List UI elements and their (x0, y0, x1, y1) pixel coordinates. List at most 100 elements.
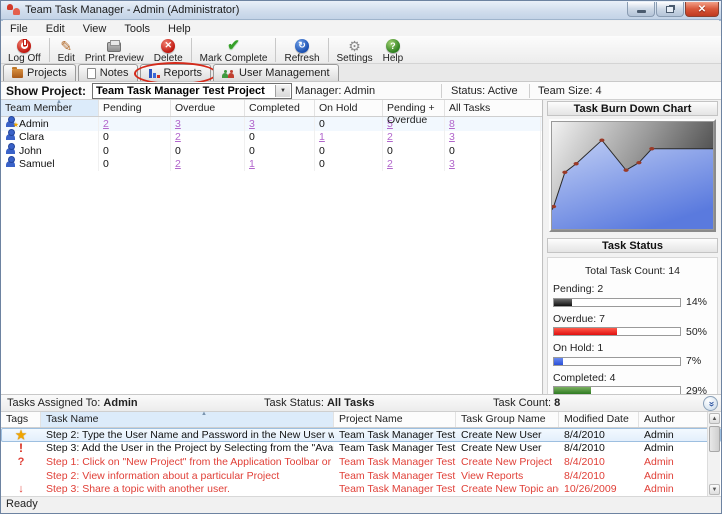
logoff-button[interactable]: Log Off (3, 37, 46, 64)
menu-file[interactable]: File (1, 23, 37, 35)
task-count-link[interactable]: 2 (387, 158, 393, 170)
progress-fill (554, 299, 572, 306)
total-task-count: Total Task Count: 14 (553, 265, 712, 277)
project-name-cell: Team Task Manager Test Project (334, 455, 456, 469)
task-count-value: 0 (103, 158, 109, 170)
col-team-member[interactable]: Team Member▲ (1, 100, 99, 116)
task-count-link[interactable]: 2 (103, 118, 109, 130)
menu-view[interactable]: View (74, 23, 116, 35)
task-grid-scrollbar[interactable]: ▲ ▼ (707, 412, 720, 496)
sort-asc-icon: ▲ (201, 411, 207, 417)
task-count-link[interactable]: 2 (175, 131, 181, 143)
settings-button[interactable]: ⚙ Settings (332, 37, 378, 64)
task-count: Task Count: 8 (493, 397, 560, 409)
delete-button[interactable]: ✕ Delete (149, 37, 188, 64)
menu-bar: File Edit View Tools Help (1, 21, 721, 36)
project-name-cell: Team Task Manager Test Project (334, 442, 456, 456)
task-count-link[interactable]: 3 (449, 131, 455, 143)
app-icon (7, 4, 20, 16)
tab-notes[interactable]: Notes (78, 64, 138, 81)
member-row[interactable]: Samuel021023 (1, 158, 542, 172)
scroll-up-icon[interactable]: ▲ (709, 413, 720, 424)
col-pending[interactable]: Pending (99, 100, 171, 116)
task-count-link[interactable]: 3 (449, 158, 455, 170)
menu-help[interactable]: Help (159, 23, 200, 35)
member-row[interactable]: Clara020123 (1, 131, 542, 145)
member-row[interactable]: John000000 (1, 144, 542, 158)
toolbar-separator (191, 38, 192, 62)
power-icon (16, 38, 32, 53)
col-modified-date[interactable]: Modified Date (559, 412, 639, 427)
team-member-grid: Team Member▲ Pending Overdue Completed O… (1, 100, 543, 394)
chevron-down-icon[interactable]: ▼ (275, 85, 290, 97)
double-chevron-down-icon: » (706, 401, 716, 407)
task-count-value: 0 (175, 145, 181, 157)
project-dropdown[interactable]: Team Task Manager Test Project ▼ (92, 83, 292, 99)
tab-user-management[interactable]: User Management (213, 64, 339, 81)
col-author[interactable]: Author (639, 412, 701, 427)
tab-projects[interactable]: Projects (3, 64, 76, 81)
task-count-value: 0 (319, 145, 325, 157)
progress-track (553, 357, 681, 366)
task-count-link[interactable]: 3 (249, 118, 255, 130)
tab-bar: Projects Notes Reports User Management (1, 64, 721, 82)
menu-edit[interactable]: Edit (37, 23, 74, 35)
restore-button[interactable] (656, 2, 684, 17)
task-row[interactable]: ★Step 2: Type the User Name and Password… (1, 428, 721, 442)
task-status-title: Task Status (547, 238, 718, 253)
scrollbar-thumb[interactable] (709, 426, 720, 452)
col-project-name[interactable]: Project Name (334, 412, 456, 427)
col-on-hold[interactable]: On Hold (315, 100, 383, 116)
author-cell: Admin (639, 482, 701, 496)
percentage-label: 50% (686, 326, 707, 338)
task-row[interactable]: Step 2: View information about a particu… (1, 469, 721, 483)
toolbar-separator (275, 38, 276, 62)
close-button[interactable]: ✕ (685, 2, 719, 17)
project-name-cell: Team Task Manager Test Project (334, 428, 456, 442)
help-icon: ? (385, 38, 401, 53)
collapse-panel-button[interactable]: » (703, 396, 718, 411)
member-row[interactable]: ★Admin233058 (1, 117, 542, 131)
refresh-button[interactable]: ↻ Refresh (279, 37, 324, 64)
print-preview-button[interactable]: Print Preview (80, 37, 149, 64)
col-task-name[interactable]: Task Name▲ (41, 412, 334, 427)
col-task-group-name[interactable]: Task Group Name (456, 412, 559, 427)
task-group-cell: View Reports (456, 469, 559, 483)
task-count-value: 0 (249, 145, 255, 157)
data-point (599, 138, 604, 141)
tasks-assigned-to: Tasks Assigned To: Admin (7, 397, 138, 409)
col-tags[interactable]: Tags (1, 412, 41, 427)
status-bar: Ready (1, 496, 721, 513)
percentage-label: 14% (686, 296, 707, 308)
menu-tools[interactable]: Tools (115, 23, 159, 35)
author-cell: Admin (639, 428, 701, 442)
task-count-link[interactable]: 1 (249, 158, 255, 170)
modified-date-cell: 8/4/2010 (559, 455, 639, 469)
tab-reports[interactable]: Reports (140, 64, 212, 81)
task-row[interactable]: ?Step 1: Click on "New Project" from the… (1, 455, 721, 469)
status-bar-item: Completed: 429% (553, 372, 712, 397)
task-row[interactable]: !Step 3: Add the User in the Project by … (1, 442, 721, 456)
col-all-tasks[interactable]: All Tasks (445, 100, 542, 116)
minimize-button[interactable] (627, 2, 655, 17)
help-button[interactable]: ? Help (378, 37, 409, 64)
person-icon: ★ (6, 121, 15, 127)
task-count-link[interactable]: 2 (175, 158, 181, 170)
bar-chart-icon (149, 68, 160, 78)
member-grid-header: Team Member▲ Pending Overdue Completed O… (1, 100, 542, 117)
scroll-down-icon[interactable]: ▼ (709, 484, 720, 495)
progress-fill (554, 328, 617, 335)
task-count-link[interactable]: 8 (449, 118, 455, 130)
task-count-link[interactable]: 2 (387, 131, 393, 143)
col-overdue[interactable]: Overdue (171, 100, 245, 116)
person-icon (6, 134, 15, 140)
mark-complete-button[interactable]: ✔ Mark Complete (195, 37, 273, 64)
task-count-link[interactable]: 1 (319, 131, 325, 143)
person-icon (6, 148, 15, 154)
task-row[interactable]: ↓Step 3: Share a topic with another user… (1, 482, 721, 496)
col-completed[interactable]: Completed (245, 100, 315, 116)
progress-track (553, 298, 681, 307)
task-count-link[interactable]: 3 (175, 118, 181, 130)
col-pending-overdue[interactable]: Pending + Overdue (383, 100, 445, 116)
edit-button[interactable]: ✎ Edit (53, 37, 80, 64)
